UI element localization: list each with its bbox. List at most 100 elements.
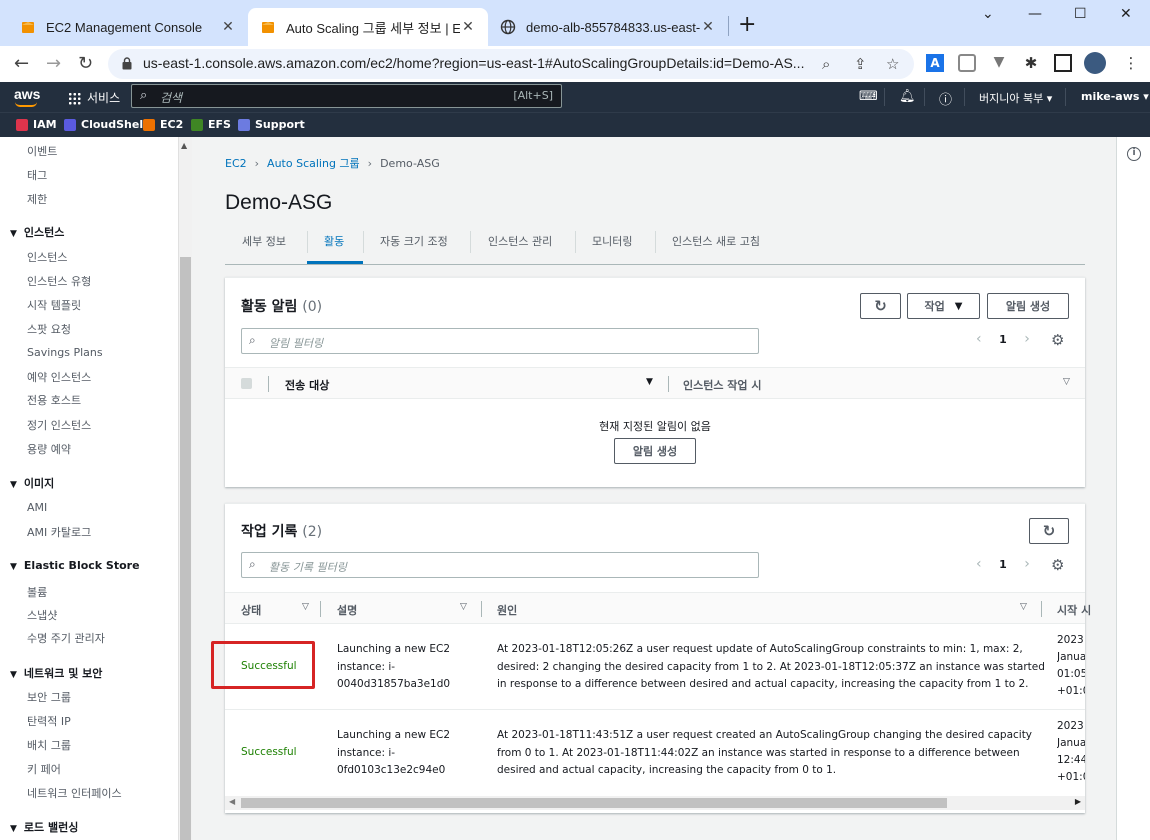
close-icon[interactable]: ✕ — [700, 19, 716, 35]
maximize-icon[interactable]: ☐ — [1074, 6, 1087, 22]
sidebar-item-network-interfaces[interactable]: 네트워크 인터페이스 — [27, 785, 122, 801]
services-menu[interactable]: 서비스 — [68, 89, 120, 106]
breadcrumb-asg[interactable]: Auto Scaling 그룹 — [267, 157, 360, 170]
sidebar-item-tags[interactable]: 태그 — [27, 167, 47, 183]
current-page[interactable]: 1 — [999, 333, 1007, 346]
account-menu[interactable]: mike-aws ▾ — [1081, 90, 1149, 103]
sidebar-item-launch-templates[interactable]: 시작 템플릿 — [27, 297, 81, 313]
close-icon[interactable]: ✕ — [220, 19, 236, 35]
sidebar-item-savings-plans[interactable]: Savings Plans — [27, 346, 103, 359]
tab-search-icon[interactable]: ⌄ — [982, 6, 994, 22]
tab-activity[interactable]: 활동 — [324, 233, 344, 249]
column-header-start-time[interactable]: 시작 시 — [1057, 602, 1091, 618]
sidebar-item-key-pairs[interactable]: 키 페어 — [27, 761, 61, 777]
sidebar-item-placement-groups[interactable]: 배치 그룹 — [27, 737, 71, 753]
column-header-status[interactable]: 상태 — [241, 602, 261, 618]
favorite-efs[interactable]: EFS — [191, 118, 231, 131]
menu-kebab-icon[interactable]: ⋮ — [1122, 54, 1140, 72]
bell-icon[interactable]: 🔔︎ — [899, 89, 916, 104]
favorite-iam[interactable]: IAM — [16, 118, 57, 131]
sidebar-item-security-groups[interactable]: 보안 그룹 — [27, 689, 71, 705]
column-header-destination[interactable]: 전송 대상 — [285, 377, 329, 393]
sidebar-item-ami-catalog[interactable]: AMI 카탈로그 — [27, 524, 91, 540]
tab-instance-management[interactable]: 인스턴스 관리 — [488, 233, 552, 249]
sidebar-section-images[interactable]: ▼ 이미지 — [10, 475, 54, 491]
info-icon[interactable]: i — [1127, 147, 1141, 161]
column-header-cause[interactable]: 원인 — [497, 602, 517, 618]
notification-filter-input[interactable]: ⌕ 알림 필터링 — [241, 328, 759, 354]
extension-icon[interactable] — [958, 54, 976, 72]
column-header-description[interactable]: 설명 — [337, 602, 357, 618]
sort-icon[interactable]: ▽ — [460, 602, 467, 612]
sidebar-item-events[interactable]: 이벤트 — [27, 143, 57, 159]
sidebar-section-load-balancing[interactable]: ▼ 로드 밸런싱 — [10, 819, 78, 835]
forward-icon[interactable]: → — [46, 52, 61, 76]
sidebar-scrollbar[interactable]: ▲ — [178, 137, 192, 840]
puzzle-icon[interactable]: ✱ — [1022, 54, 1040, 72]
settings-gear-icon[interactable]: ⚙ — [1051, 331, 1064, 349]
close-icon[interactable]: ✕ — [460, 19, 476, 35]
minimize-icon[interactable]: — — [1028, 6, 1042, 22]
sidebar-item-spot-requests[interactable]: 스팟 요청 — [27, 321, 71, 337]
browser-tab-demo-alb[interactable]: demo-alb-855784833.us-east-1.elb ✕ — [488, 8, 728, 46]
settings-gear-icon[interactable]: ⚙ — [1051, 556, 1064, 574]
sidebar-item-capacity-reservations[interactable]: 용량 예약 — [27, 441, 71, 457]
sidebar-item-ami[interactable]: AMI — [27, 501, 47, 514]
tab-details[interactable]: 세부 정보 — [242, 233, 286, 249]
back-icon[interactable]: ← — [14, 52, 29, 76]
breadcrumb-ec2[interactable]: EC2 — [225, 157, 247, 170]
tab-instance-refresh[interactable]: 인스턴스 새로 고침 — [672, 233, 760, 249]
create-notification-button[interactable]: 알림 생성 — [987, 293, 1069, 319]
sort-icon[interactable]: ▽ — [1020, 602, 1027, 612]
sidebar-item-volumes[interactable]: 볼륨 — [27, 584, 47, 600]
actions-button[interactable]: 작업 ▼ — [907, 293, 980, 319]
sidebar-item-instances[interactable]: 인스턴스 — [27, 249, 67, 265]
extension-v-icon[interactable]: ▼ — [990, 54, 1008, 72]
help-icon[interactable]: ⓘ — [939, 89, 952, 108]
sort-desc-icon[interactable]: ▼ — [646, 377, 653, 387]
favorite-cloudshell[interactable]: CloudShell — [64, 118, 147, 131]
scroll-right-icon[interactable]: ▶ — [1075, 797, 1081, 806]
sidebar-item-limits[interactable]: 제한 — [27, 191, 47, 207]
favorite-ec2[interactable]: EC2 — [143, 118, 183, 131]
translate-extension-icon[interactable]: A — [926, 54, 944, 72]
prev-page-icon[interactable]: ‹ — [976, 556, 982, 572]
scrollbar-thumb[interactable] — [241, 798, 947, 808]
scroll-up-icon[interactable]: ▲ — [181, 141, 187, 150]
window-close-icon[interactable]: ✕ — [1120, 6, 1132, 22]
bookmark-star-icon[interactable]: ☆ — [886, 55, 899, 73]
sidebar-item-dedicated-hosts[interactable]: 전용 호스트 — [27, 392, 81, 408]
share-icon[interactable]: ⇪ — [854, 55, 867, 73]
sidebar-item-snapshots[interactable]: 스냅샷 — [27, 607, 57, 623]
aws-logo[interactable]: aws — [14, 86, 40, 107]
sort-icon[interactable]: ▽ — [302, 602, 309, 612]
table-row[interactable]: Successful Launching a new EC2 instance:… — [225, 710, 1085, 796]
prev-page-icon[interactable]: ‹ — [976, 331, 982, 347]
sidebar-item-elastic-ips[interactable]: 탄력적 IP — [27, 713, 71, 729]
sidebar-item-reserved-instances[interactable]: 예약 인스턴스 — [27, 369, 91, 385]
search-icon[interactable]: ⌕ — [822, 55, 830, 73]
refresh-button[interactable]: ↻ — [1029, 518, 1069, 544]
refresh-button[interactable]: ↻ — [860, 293, 901, 319]
history-filter-input[interactable]: ⌕ 활동 기록 필터링 — [241, 552, 759, 578]
table-horizontal-scrollbar[interactable]: ◀ ▶ — [225, 796, 1085, 810]
reload-icon[interactable]: ↻ — [78, 52, 93, 76]
favorite-support[interactable]: Support — [238, 118, 305, 131]
select-all-checkbox[interactable] — [241, 378, 252, 389]
sort-icon[interactable]: ▽ — [1063, 377, 1070, 387]
sidebar-item-scheduled-instances[interactable]: 정기 인스턴스 — [27, 417, 91, 433]
sidebar-section-network-security[interactable]: ▼ 네트워크 및 보안 — [10, 665, 102, 681]
new-tab-icon[interactable]: + — [738, 14, 756, 36]
sidebar-item-instance-types[interactable]: 인스턴스 유형 — [27, 273, 91, 289]
cloudshell-icon[interactable]: ⌨ — [859, 89, 878, 104]
next-page-icon[interactable]: › — [1024, 556, 1030, 572]
sidebar-item-lifecycle-manager[interactable]: 수명 주기 관리자 — [27, 630, 105, 646]
sidebar-section-ebs[interactable]: ▼ Elastic Block Store — [10, 559, 140, 572]
tab-auto-scaling[interactable]: 자동 크기 조정 — [380, 233, 448, 249]
avatar[interactable] — [1084, 52, 1106, 74]
tab-monitoring[interactable]: 모니터링 — [592, 233, 632, 249]
current-page[interactable]: 1 — [999, 558, 1007, 571]
create-notification-empty-button[interactable]: 알림 생성 — [614, 438, 696, 464]
browser-tab-ec2-console[interactable]: EC2 Management Console ✕ — [8, 8, 248, 46]
next-page-icon[interactable]: › — [1024, 331, 1030, 347]
